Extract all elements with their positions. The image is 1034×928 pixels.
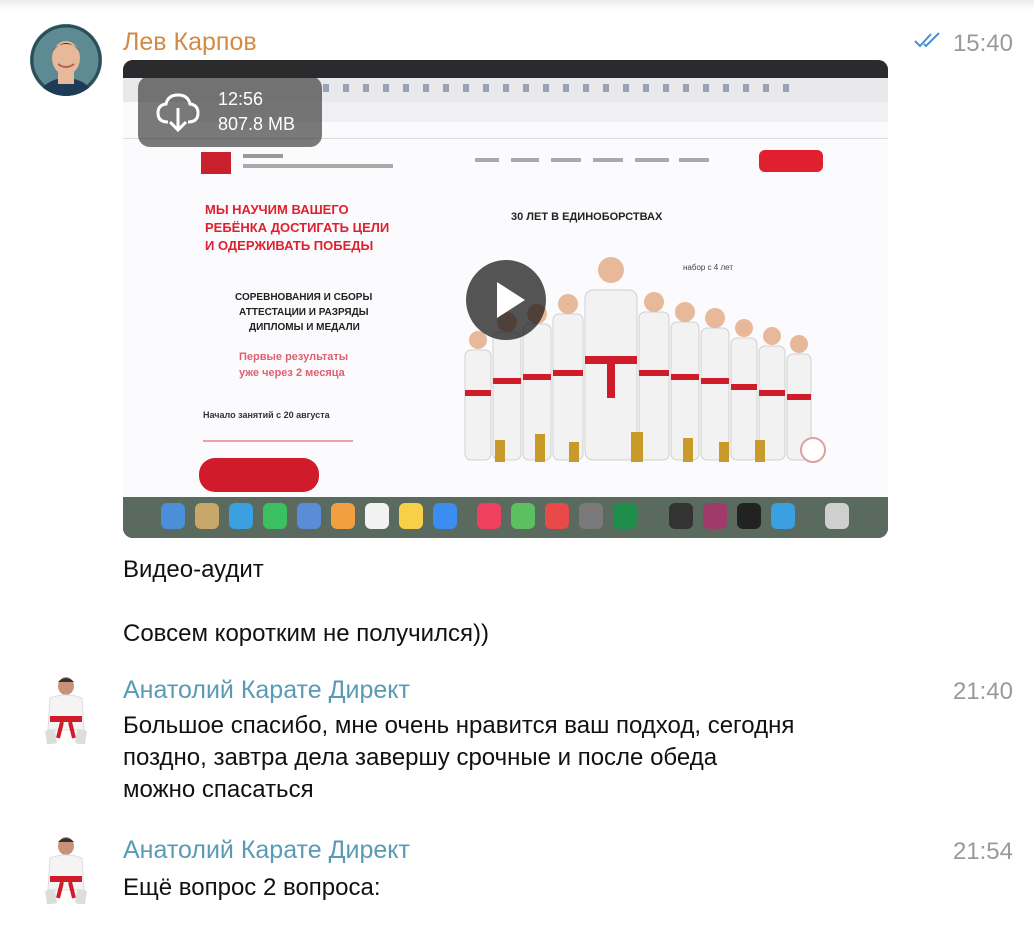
svg-text:набор с 4 лет: набор с 4 лет <box>683 263 733 272</box>
message-text: Видео-аудит Совсем коротким не получился… <box>123 556 490 647</box>
avatar[interactable] <box>30 24 102 96</box>
svg-text:Начало занятий с 20 августа: Начало занятий с 20 августа <box>203 410 331 420</box>
play-button[interactable] <box>466 260 546 340</box>
svg-text:СОРЕВНОВАНИЯ И СБОРЫ: СОРЕВНОВАНИЯ И СБОРЫ <box>235 292 372 303</box>
avatar[interactable] <box>30 672 102 744</box>
video-duration: 12:56 <box>218 89 264 109</box>
message-anatoly-1: Анатолий Карате Директ 21:40 Большое спа… <box>0 660 1034 820</box>
svg-text:РЕБЁНКА ДОСТИГАТЬ ЦЕЛИ: РЕБЁНКА ДОСТИГАТЬ ЦЕЛИ <box>205 220 389 235</box>
sender-name[interactable]: Анатолий Карате Директ <box>123 676 410 705</box>
sender-name[interactable]: Анатолий Карате Директ <box>123 836 410 865</box>
svg-text:30 ЛЕТ В ЕДИНОБОРСТВАХ: 30 ЛЕТ В ЕДИНОБОРСТВАХ <box>511 211 663 223</box>
message-time: 21:40 <box>952 678 1013 705</box>
message-time: 15:40 <box>952 30 1013 57</box>
message-text: Ещё вопрос 2 вопроса: <box>123 874 381 901</box>
download-badge[interactable]: 12:56 807.8 MB <box>138 76 322 147</box>
message-text: Большое спасибо, мне очень нравится ваш … <box>123 712 795 803</box>
svg-text:АТТЕСТАЦИИ И РАЗРЯДЫ: АТТЕСТАЦИИ И РАЗРЯДЫ <box>239 307 369 318</box>
svg-text:уже через 2 месяца: уже через 2 месяца <box>239 367 346 379</box>
svg-text:МЫ НАУЧИМ ВАШЕГО: МЫ НАУЧИМ ВАШЕГО <box>205 202 349 217</box>
message-lev-karpov: Лев Карпов 15:40 МЫ НАУЧИМ ВАШЕГО РЕБЁНК… <box>0 0 1034 660</box>
video-size: 807.8 MB <box>218 114 296 134</box>
message-time: 21:54 <box>952 838 1013 865</box>
svg-text:ДИПЛОМЫ И МЕДАЛИ: ДИПЛОМЫ И МЕДАЛИ <box>249 322 360 333</box>
double-check-icon <box>914 32 942 53</box>
svg-text:И ОДЕРЖИВАТЬ ПОБЕДЫ: И ОДЕРЖИВАТЬ ПОБЕДЫ <box>205 238 373 253</box>
cloud-download-icon[interactable] <box>154 88 202 141</box>
avatar[interactable] <box>30 832 102 904</box>
svg-text:Первые результаты: Первые результаты <box>239 351 348 363</box>
sender-name[interactable]: Лев Карпов <box>123 28 257 57</box>
message-anatoly-2: Анатолий Карате Директ 21:54 Ещё вопрос … <box>0 820 1034 928</box>
